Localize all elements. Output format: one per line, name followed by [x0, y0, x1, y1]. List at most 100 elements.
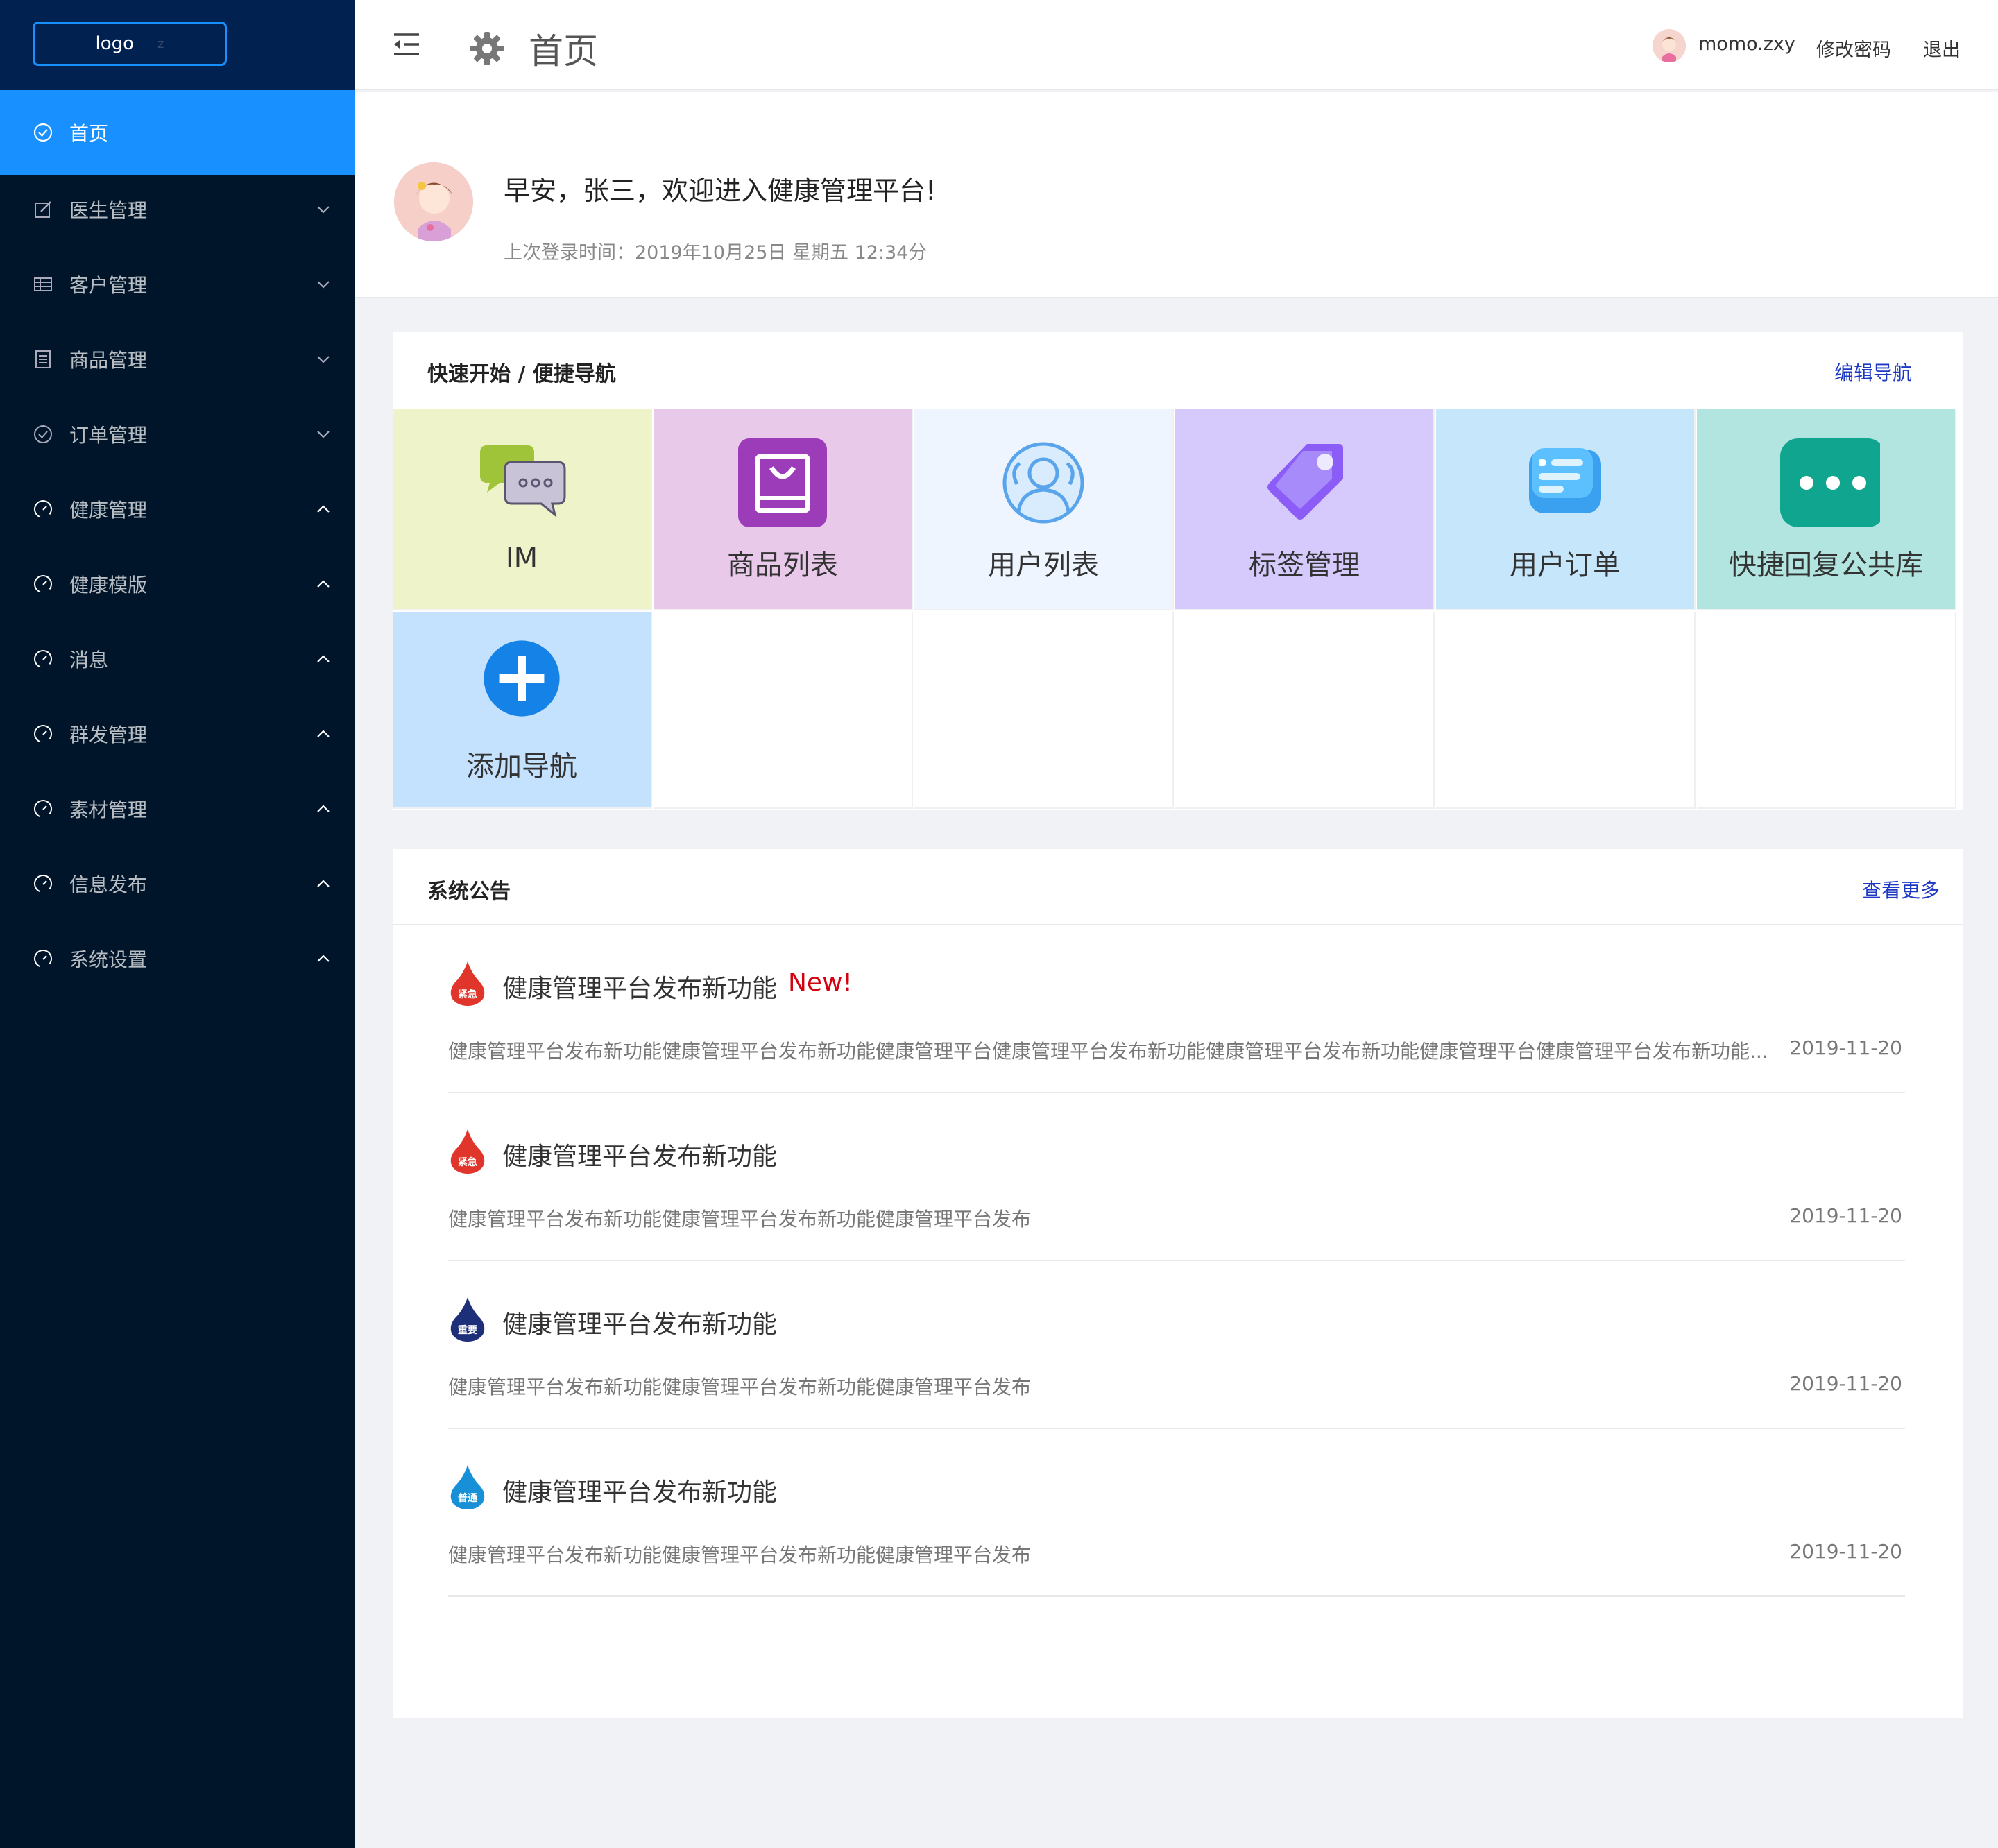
users-icon — [1002, 442, 1084, 524]
view-more-link[interactable]: 查看更多 — [1862, 875, 1940, 903]
notice-item[interactable]: 紧急 健康管理平台发布新功能 健康管理平台发布新功能健康管理平台发布新功能健康管… — [448, 1093, 1905, 1261]
sidebar-item-settings[interactable]: 系统设置 — [0, 921, 355, 996]
quick-nav-card: 快速开始 / 便捷导航 编辑导航 IM 商品列表 用户列表 标签管理 用户订单 … — [393, 332, 1963, 810]
sidebar: logo z 首页 医生管理 客户管理 商品管理 订单管理 健康管理 健康模版 … — [0, 0, 355, 1848]
notice-badge-text: 紧急 — [458, 1156, 477, 1168]
notice-date: 2019-11-20 — [1789, 1372, 1902, 1395]
urgent-badge-icon: 紧急 — [450, 961, 485, 1006]
edit-nav-link[interactable]: 编辑导航 — [1834, 358, 1912, 386]
notice-item[interactable]: 普通 健康管理平台发布新功能 健康管理平台发布新功能健康管理平台发布新功能健康管… — [448, 1429, 1905, 1597]
important-badge-icon: 重要 — [450, 1297, 485, 1342]
sidebar-item-label: 订单管理 — [69, 424, 148, 447]
quick-nav-title: 快速开始 / 便捷导航 — [427, 362, 616, 386]
dashboard-icon — [32, 498, 54, 520]
notice-badge-text: 重要 — [458, 1324, 477, 1336]
sidebar-item-label: 系统设置 — [69, 948, 148, 971]
header: 首页 momo.zxy 修改密码 退出 — [355, 0, 1998, 90]
check-circle-icon — [32, 423, 54, 445]
notice-item[interactable]: 紧急 健康管理平台发布新功能 New! 健康管理平台发布新功能健康管理平台发布新… — [448, 925, 1905, 1093]
chevron-up-icon — [317, 730, 330, 737]
tag-icon — [1267, 444, 1343, 520]
check-circle-icon — [32, 121, 54, 144]
sidebar-item-doctors[interactable]: 医生管理 — [0, 172, 355, 247]
nav-tile-add[interactable]: 添加导航 — [393, 612, 652, 809]
nav-tile-label: 快捷回复公共库 — [1729, 549, 1923, 581]
sidebar-item-label: 消息 — [69, 649, 109, 671]
nav-tile-label: 用户列表 — [988, 549, 1099, 581]
avatar[interactable] — [1653, 29, 1686, 62]
logo[interactable]: logo z — [33, 22, 227, 66]
dashboard-icon — [32, 873, 54, 895]
chevron-up-icon — [317, 880, 330, 887]
nav-tile-label: 添加导航 — [466, 751, 577, 782]
notice-card: 系统公告 查看更多 紧急 健康管理平台发布新功能 New! 健康管理平台发布新功… — [393, 849, 1963, 1718]
quick-reply-icon — [1780, 438, 1880, 527]
nav-tile-user-orders[interactable]: 用户订单 — [1436, 409, 1696, 610]
chevron-down-icon — [317, 281, 330, 289]
nav-tile-products[interactable]: 商品列表 — [654, 409, 913, 610]
sidebar-item-label: 商品管理 — [69, 349, 148, 372]
logout-link[interactable]: 退出 — [1923, 35, 1961, 62]
notice-description: 健康管理平台发布新功能健康管理平台发布新功能健康管理平台发布 — [448, 1208, 1032, 1231]
logo-suffix: z — [157, 36, 164, 51]
notice-item[interactable]: 重要 健康管理平台发布新功能 健康管理平台发布新功能健康管理平台发布新功能健康管… — [448, 1261, 1905, 1429]
sidebar-item-orders[interactable]: 订单管理 — [0, 397, 355, 472]
nav-tile-empty — [654, 612, 913, 809]
notice-header: 系统公告 查看更多 — [393, 849, 1963, 925]
notice-title: 系统公告 — [427, 880, 511, 904]
sidebar-item-health-templates[interactable]: 健康模版 — [0, 547, 355, 622]
dashboard-icon — [32, 948, 54, 970]
sidebar-item-home[interactable]: 首页 — [0, 90, 355, 175]
logo-text: logo — [95, 33, 135, 54]
nav-tile-im[interactable]: IM — [393, 409, 652, 610]
change-password-link[interactable]: 修改密码 — [1816, 35, 1891, 62]
edit-icon — [32, 198, 54, 221]
nav-tile-tags[interactable]: 标签管理 — [1175, 409, 1435, 610]
sidebar-item-messages[interactable]: 消息 — [0, 622, 355, 696]
notice-title-text: 健康管理平台发布新功能 — [502, 1478, 778, 1507]
nav-tile-empty — [1697, 612, 1956, 809]
sidebar-item-label: 素材管理 — [69, 798, 148, 821]
notice-description: 健康管理平台发布新功能健康管理平台发布新功能健康管理平台发布 — [448, 1376, 1032, 1398]
logo-area: logo z — [0, 0, 355, 90]
shopping-bag-icon — [738, 438, 827, 527]
gear-icon — [470, 32, 504, 65]
sidebar-item-materials[interactable]: 素材管理 — [0, 771, 355, 846]
sidebar-item-mass-send[interactable]: 群发管理 — [0, 696, 355, 771]
sidebar-item-label: 健康管理 — [69, 499, 148, 522]
chevron-up-icon — [317, 955, 330, 962]
nav-tile-label: 标签管理 — [1249, 549, 1360, 581]
nav-tile-users[interactable]: 用户列表 — [914, 409, 1174, 610]
sidebar-item-products[interactable]: 商品管理 — [0, 322, 355, 397]
nav-tile-empty — [1175, 612, 1435, 809]
chevron-down-icon — [317, 431, 330, 438]
last-login-text: 上次登录时间：2019年10月25日 星期五 12:34分 — [504, 242, 928, 264]
nav-tile-label: IM — [505, 542, 538, 574]
sidebar-item-label: 客户管理 — [69, 274, 148, 297]
chat-bubbles-icon — [480, 445, 566, 517]
new-tag: New! — [788, 968, 853, 997]
notice-title-text: 健康管理平台发布新功能 — [502, 1143, 778, 1171]
nav-tile-empty — [914, 612, 1174, 809]
dashboard-icon — [32, 648, 54, 670]
username[interactable]: momo.zxy — [1698, 33, 1795, 55]
order-icon — [1529, 448, 1601, 513]
chevron-up-icon — [317, 505, 330, 513]
notice-description: 健康管理平台发布新功能健康管理平台发布新功能健康管理平台健康管理平台发布新功能健… — [448, 1040, 1766, 1063]
list-icon — [32, 348, 54, 370]
nav-tile-quick-reply[interactable]: 快捷回复公共库 — [1697, 409, 1956, 610]
sidebar-item-label: 健康模版 — [69, 574, 148, 597]
notice-date: 2019-11-20 — [1789, 1540, 1902, 1563]
chevron-up-icon — [317, 805, 330, 812]
table-icon — [32, 273, 54, 296]
normal-badge-icon: 普通 — [450, 1465, 485, 1509]
sidebar-item-label: 医生管理 — [69, 199, 148, 222]
sidebar-item-label: 群发管理 — [69, 724, 148, 746]
sidebar-item-customers[interactable]: 客户管理 — [0, 247, 355, 322]
nav-tile-empty — [1436, 612, 1696, 809]
sidebar-item-publish[interactable]: 信息发布 — [0, 846, 355, 921]
chevron-up-icon — [317, 580, 330, 588]
menu-fold-icon[interactable] — [391, 32, 422, 57]
sidebar-item-health[interactable]: 健康管理 — [0, 472, 355, 547]
chevron-up-icon — [317, 655, 330, 662]
